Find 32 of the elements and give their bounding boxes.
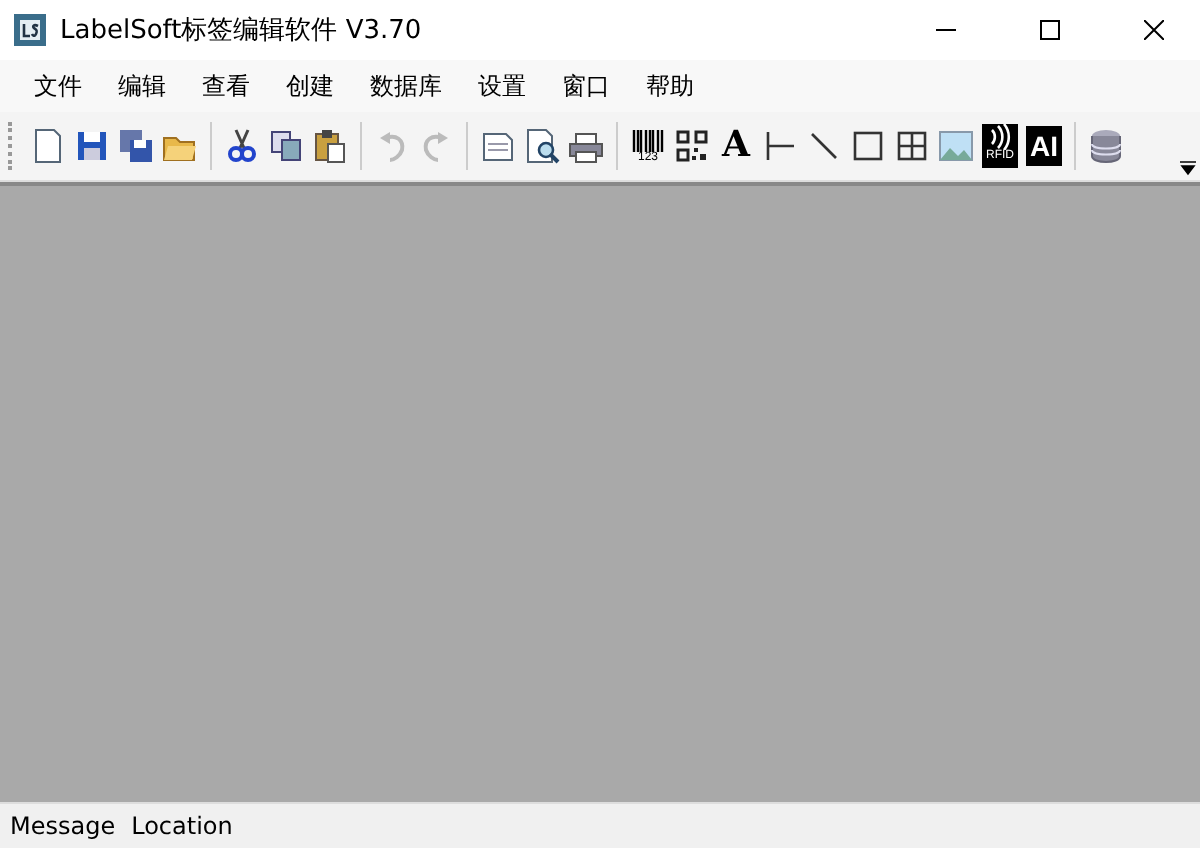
picture-icon	[938, 128, 974, 164]
app-logo-icon	[12, 12, 48, 48]
text-tool-icon: A	[722, 128, 750, 164]
copy-icon	[268, 128, 304, 164]
menu-item[interactable]: 查看	[184, 65, 268, 107]
overflow-caret-icon[interactable]	[1180, 160, 1196, 176]
menu-item[interactable]: 数据库	[352, 65, 460, 107]
window-title: LabelSoft标签编辑软件 V3.70	[60, 14, 424, 48]
close-icon	[1144, 20, 1164, 40]
menu-item[interactable]: 文件	[16, 65, 100, 107]
status-text: Location	[131, 812, 233, 840]
qr-code-icon	[674, 128, 710, 164]
status-text: Message	[10, 812, 116, 840]
floppy-disks-icon	[118, 128, 154, 164]
clipboard-icon	[312, 128, 348, 164]
menu-item[interactable]: 设置	[460, 65, 544, 107]
menu-item[interactable]: 帮助	[628, 65, 712, 107]
diagonal-line-icon	[806, 128, 842, 164]
dimension-line-icon	[762, 128, 798, 164]
menu-item[interactable]: 创建	[268, 65, 352, 107]
magnifier-page-icon	[524, 128, 560, 164]
database-icon	[1088, 128, 1124, 164]
table-icon	[894, 128, 930, 164]
menu-item[interactable]: 编辑	[100, 65, 184, 107]
scissors-icon	[224, 128, 260, 164]
printer-icon	[568, 128, 604, 164]
rectangle-icon	[850, 128, 886, 164]
menu-item[interactable]: 窗口	[544, 65, 628, 107]
maximize-icon	[1040, 20, 1060, 40]
page-icon	[480, 128, 516, 164]
toolbar-button[interactable]: A	[714, 122, 758, 170]
blank-page-icon	[30, 128, 66, 164]
